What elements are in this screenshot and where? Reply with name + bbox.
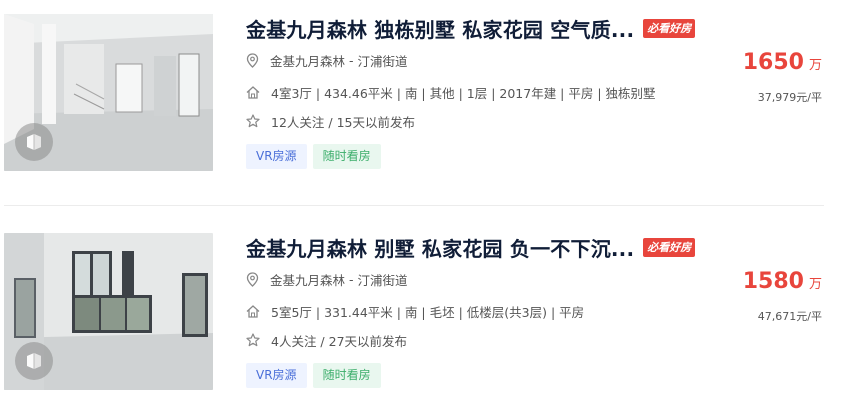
star-icon: [246, 333, 260, 347]
follow-count: 4人关注 / 27天以前发布: [271, 333, 408, 349]
listing-card[interactable]: 金基九月森林 独栋别墅 私家花园 空气质... 必看好房 金基九月森林 - 汀浦…: [0, 14, 844, 184]
community-link[interactable]: 金基九月森林: [270, 270, 345, 289]
listing-photo[interactable]: [4, 233, 213, 390]
vr-badge[interactable]: [15, 123, 53, 161]
location-row: 金基九月森林 - 汀浦街道: [246, 269, 408, 289]
district-link[interactable]: 汀浦街道: [357, 270, 407, 289]
listing-photo[interactable]: [4, 14, 213, 171]
hot-listing-badge: 必看好房: [643, 18, 696, 38]
unit-price: 37,979元/平: [757, 91, 822, 104]
house-info-row: 5室5厅 | 331.44平米 | 南 | 毛坯 | 低楼层(共3层) | 平房: [246, 301, 584, 321]
total-price-unit: 万: [808, 58, 822, 73]
location-pin-icon: [246, 271, 259, 287]
unit-price: 47,671元/平: [757, 310, 822, 323]
tag-visit-anytime: 随时看房: [312, 363, 381, 388]
vr-cube-icon: [27, 353, 41, 369]
location-separator: -: [345, 52, 358, 68]
tag-vr: VR房源: [246, 363, 307, 388]
tag-vr: VR房源: [246, 144, 307, 169]
listing-title[interactable]: 金基九月森林 独栋别墅 私家花园 空气质...: [246, 14, 634, 43]
total-price: 1650 万: [743, 50, 822, 75]
listing-card[interactable]: 金基九月森林 别墅 私家花园 负一不下沉... 必看好房 金基九月森林 - 汀浦…: [0, 233, 844, 403]
community-link[interactable]: 金基九月森林: [270, 51, 345, 70]
house-icon: [246, 85, 260, 99]
star-icon: [246, 114, 260, 128]
tag-visit-anytime: 随时看房: [312, 144, 381, 169]
hot-listing-badge: 必看好房: [643, 237, 696, 257]
house-icon: [246, 304, 260, 318]
tag-list: VR房源 随时看房: [246, 363, 381, 388]
follow-info-row: 12人关注 / 15天以前发布: [246, 111, 415, 131]
listing-divider: [4, 205, 824, 206]
vr-cube-icon: [27, 134, 41, 150]
location-row: 金基九月森林 - 汀浦街道: [246, 50, 408, 70]
total-price-unit: 万: [808, 277, 822, 292]
tag-list: VR房源 随时看房: [246, 144, 381, 169]
total-price-value: 1650: [742, 50, 804, 75]
house-details: 5室5厅 | 331.44平米 | 南 | 毛坯 | 低楼层(共3层) | 平房: [271, 304, 585, 320]
listing-title[interactable]: 金基九月森林 别墅 私家花园 负一不下沉...: [246, 233, 634, 262]
vr-badge[interactable]: [15, 342, 53, 380]
follow-info-row: 4人关注 / 27天以前发布: [246, 330, 407, 350]
house-details: 4室3厅 | 434.46平米 | 南 | 其他 | 1层 | 2017年建 |…: [271, 85, 656, 101]
follow-count: 12人关注 / 15天以前发布: [271, 114, 415, 130]
location-separator: -: [345, 271, 358, 287]
total-price: 1580 万: [743, 269, 822, 294]
house-info-row: 4室3厅 | 434.46平米 | 南 | 其他 | 1层 | 2017年建 |…: [246, 82, 656, 102]
district-link[interactable]: 汀浦街道: [357, 51, 407, 70]
total-price-value: 1580: [742, 269, 804, 294]
location-pin-icon: [246, 52, 259, 68]
